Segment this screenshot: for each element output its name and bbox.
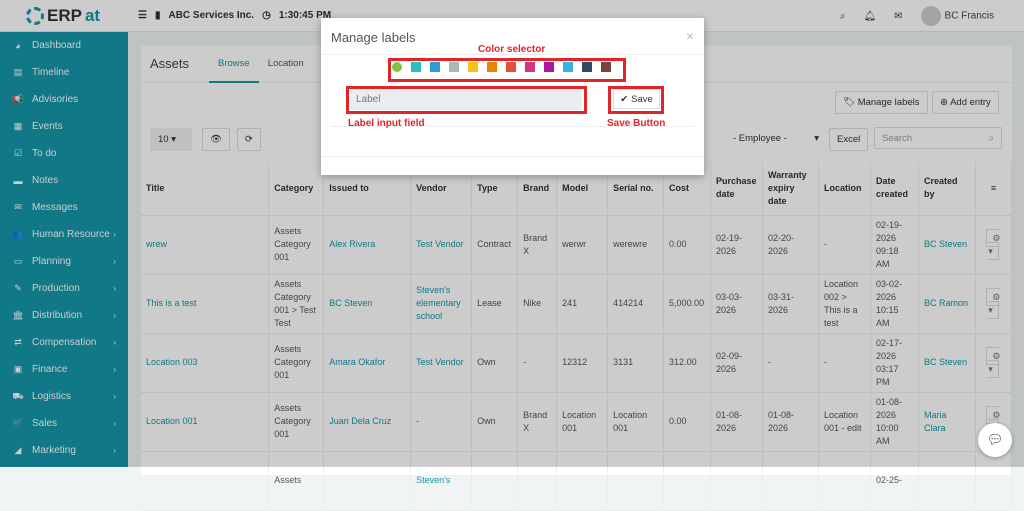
label-input-highlight — [346, 86, 587, 114]
modal-title: Manage labels — [331, 30, 416, 45]
save-button-highlight — [608, 86, 664, 114]
color-selector-highlight — [388, 58, 626, 82]
close-icon[interactable]: × — [686, 28, 694, 44]
chat-icon: 💬︎ — [986, 432, 1004, 447]
chat-button[interactable]: 💬︎ — [978, 423, 1012, 457]
annotation-color-selector: Color selector — [478, 44, 546, 55]
annotation-label-input: Label input field — [348, 118, 425, 129]
annotation-save-button: Save Button — [607, 118, 666, 129]
